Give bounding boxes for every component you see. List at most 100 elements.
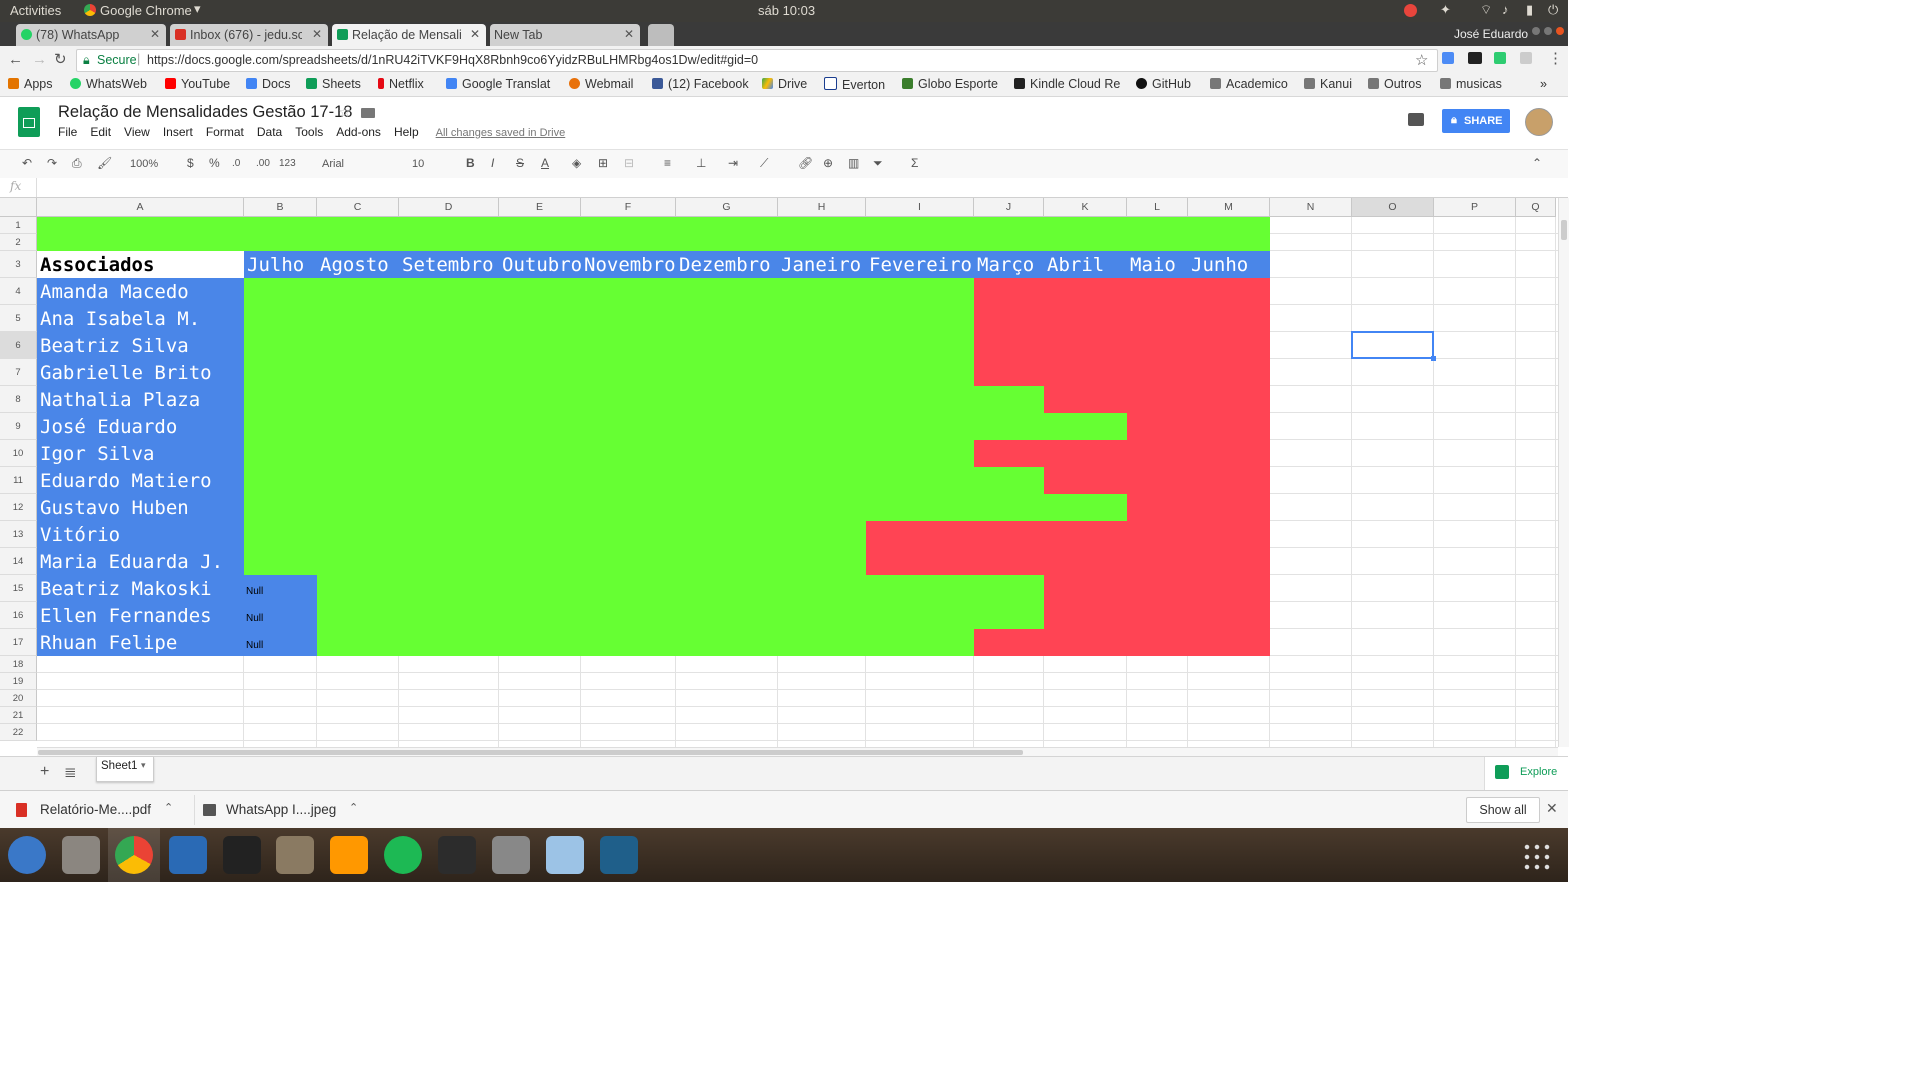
bookmark-docs[interactable]: Docs <box>246 77 290 91</box>
menu-help[interactable]: Help <box>394 125 419 139</box>
paid-cell[interactable] <box>581 629 676 656</box>
paid-cell[interactable] <box>317 278 399 305</box>
paid-cell[interactable] <box>399 575 499 602</box>
profile-name[interactable]: José Eduardo <box>1454 27 1528 41</box>
paid-cell[interactable] <box>244 548 317 575</box>
bookmark-translate[interactable]: Google Translat <box>446 77 550 91</box>
tab-relacao[interactable]: Relação de Mensalic ✕ <box>332 24 486 46</box>
member-name[interactable]: Beatriz Silva <box>37 332 244 359</box>
bookmarks-overflow-button[interactable]: » <box>1540 77 1547 91</box>
unpaid-cell[interactable] <box>1044 440 1127 467</box>
column-header[interactable]: P <box>1434 198 1516 217</box>
paid-cell[interactable] <box>317 629 399 656</box>
paid-cell[interactable] <box>676 494 778 521</box>
paid-cell[interactable] <box>778 413 866 440</box>
unpaid-cell[interactable] <box>1188 521 1270 548</box>
paid-cell[interactable] <box>399 629 499 656</box>
row-header[interactable]: 18 <box>0 656 37 673</box>
month-header[interactable]: Abril <box>1044 251 1127 278</box>
currency-button[interactable]: $ <box>187 156 194 170</box>
month-header[interactable]: Março <box>974 251 1044 278</box>
paid-cell[interactable] <box>581 440 676 467</box>
unpaid-cell[interactable] <box>974 359 1044 386</box>
column-header[interactable]: M <box>1188 198 1270 217</box>
close-icon[interactable]: ✕ <box>470 27 480 41</box>
unpaid-cell[interactable] <box>1127 602 1188 629</box>
column-header[interactable]: F <box>581 198 676 217</box>
unpaid-cell[interactable] <box>974 629 1044 656</box>
paid-cell[interactable] <box>866 413 974 440</box>
gmail-checker-icon[interactable] <box>1468 52 1482 64</box>
close-icon[interactable]: ✕ <box>150 27 160 41</box>
thunderbird-icon[interactable] <box>8 836 46 874</box>
bookmark-folder-musicas[interactable]: musicas <box>1440 77 1502 91</box>
unpaid-cell[interactable] <box>1127 413 1188 440</box>
month-header[interactable]: Janeiro <box>778 251 866 278</box>
inkscape-icon[interactable] <box>223 836 261 874</box>
month-header[interactable]: Novembro <box>581 251 676 278</box>
font-select[interactable]: Arial <box>322 158 344 170</box>
paid-cell[interactable] <box>317 332 399 359</box>
column-header[interactable]: Q <box>1516 198 1556 217</box>
paid-cell[interactable] <box>317 413 399 440</box>
row-header[interactable]: 20 <box>0 690 37 707</box>
menu-format[interactable]: Format <box>206 125 244 139</box>
percent-button[interactable]: % <box>209 156 220 170</box>
more-formats-button[interactable]: 123 <box>279 158 296 169</box>
unpaid-cell[interactable] <box>1127 386 1188 413</box>
menu-file[interactable]: File <box>58 125 77 139</box>
unpaid-cell[interactable] <box>1044 548 1127 575</box>
paid-cell[interactable] <box>399 305 499 332</box>
member-name[interactable]: Rhuan Felipe <box>37 629 244 656</box>
month-header[interactable]: Junho <box>1188 251 1270 278</box>
formula-input[interactable] <box>40 178 1540 197</box>
unpaid-cell[interactable] <box>1188 359 1270 386</box>
activities-button[interactable]: Activities <box>10 3 61 18</box>
bookmark-facebook[interactable]: (12) Facebook <box>652 77 749 91</box>
star-icon[interactable]: ☆ <box>1415 51 1428 69</box>
unpaid-cell[interactable] <box>1188 467 1270 494</box>
show-all-button[interactable]: Show all <box>1466 797 1540 823</box>
collapse-icon[interactable]: ⌃ <box>1532 156 1542 170</box>
paid-cell[interactable] <box>317 602 399 629</box>
gimp-icon[interactable] <box>276 836 314 874</box>
bookmark-globo-esporte[interactable]: Globo Esporte <box>902 77 998 91</box>
translate-extension-icon[interactable] <box>1442 52 1454 64</box>
column-header[interactable]: E <box>499 198 581 217</box>
align-left-icon[interactable]: ≡ <box>664 156 671 170</box>
paid-cell[interactable] <box>676 602 778 629</box>
paid-cell[interactable] <box>244 332 317 359</box>
bookmark-whatsweb[interactable]: WhatsWeb <box>70 77 147 91</box>
row-header[interactable]: 11 <box>0 467 37 494</box>
column-header[interactable]: J <box>974 198 1044 217</box>
unpaid-cell[interactable] <box>1127 278 1188 305</box>
paid-cell[interactable] <box>676 521 778 548</box>
unpaid-cell[interactable] <box>1044 629 1127 656</box>
vertical-align-icon[interactable]: ⊥ <box>696 156 706 170</box>
paid-cell[interactable] <box>676 440 778 467</box>
dropbox-icon[interactable]: ✦ <box>1440 2 1451 18</box>
unpaid-cell[interactable] <box>1188 548 1270 575</box>
paid-cell[interactable] <box>676 305 778 332</box>
bookmark-folder-outros[interactable]: Outros <box>1368 77 1422 91</box>
insert-comment-icon[interactable]: ⊕ <box>823 156 833 170</box>
paid-cell[interactable] <box>244 413 317 440</box>
reload-icon[interactable]: ↻ <box>54 50 67 68</box>
unpaid-cell[interactable] <box>1127 440 1188 467</box>
all-sheets-icon[interactable]: ≣ <box>64 763 77 781</box>
paid-cell[interactable] <box>399 278 499 305</box>
paid-cell[interactable] <box>399 494 499 521</box>
paid-cell[interactable] <box>499 332 581 359</box>
member-name[interactable]: Amanda Macedo <box>37 278 244 305</box>
extension-icon[interactable] <box>1520 52 1532 64</box>
unpaid-cell[interactable] <box>1127 548 1188 575</box>
paid-cell[interactable] <box>244 386 317 413</box>
borders-icon[interactable]: ⊞ <box>598 156 608 170</box>
paid-cell[interactable] <box>499 629 581 656</box>
files-icon[interactable] <box>62 836 100 874</box>
paid-cell[interactable] <box>581 467 676 494</box>
text-wrap-icon[interactable]: ⇥ <box>728 156 738 170</box>
unpaid-cell[interactable] <box>1188 278 1270 305</box>
null-cell[interactable]: Null <box>244 575 317 602</box>
unpaid-cell[interactable] <box>974 278 1044 305</box>
